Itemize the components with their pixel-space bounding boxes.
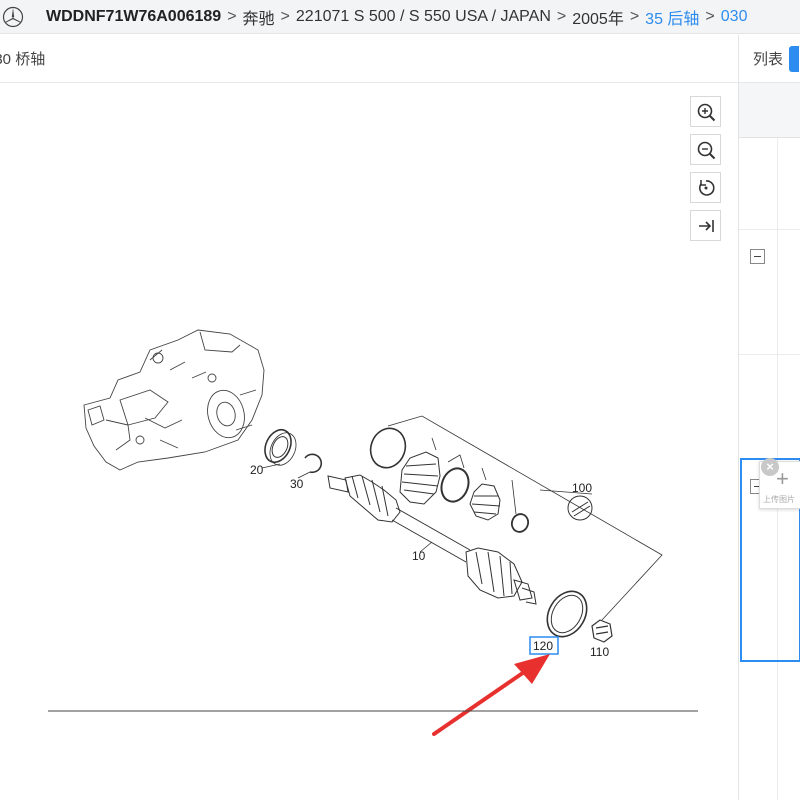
reset-view-button[interactable] — [690, 172, 721, 203]
callout-10[interactable]: 10 — [412, 549, 426, 563]
callout-20[interactable]: 20 — [250, 463, 264, 477]
inner-boot-drawing — [469, 483, 501, 521]
breadcrumb-separator: > — [629, 7, 640, 25]
breadcrumb-separator: > — [556, 7, 567, 25]
breadcrumb-separator: > — [705, 7, 715, 25]
annotation-arrow-icon — [432, 654, 550, 736]
part-10-drawing — [327, 474, 537, 605]
exploded-parts-diagram: 20 30 10 100 110 120 — [48, 329, 698, 736]
part-20-drawing — [264, 428, 297, 466]
right-panel-tabs: 列表 — [739, 35, 800, 83]
tab-active-indicator[interactable] — [789, 45, 800, 72]
row-collapse-toggle[interactable] — [750, 249, 765, 264]
callout-120[interactable]: 120 — [533, 639, 553, 653]
vin-number[interactable]: WDDNF71W76A006189 — [46, 8, 221, 26]
breadcrumb-year[interactable]: 2005年 — [572, 5, 624, 29]
add-icon: + — [776, 466, 789, 491]
boot-ring-drawing — [369, 427, 407, 469]
mercedes-logo-icon — [2, 6, 24, 27]
callout-100[interactable]: 100 — [572, 481, 592, 495]
breadcrumb: WDDNF71W76A006189 > 奔驰 > 221071 S 500 / … — [0, 0, 800, 34]
collapse-panel-icon — [698, 219, 714, 232]
breadcrumb-brand[interactable]: 奔驰 — [243, 5, 275, 29]
outer-boot-drawing — [399, 451, 441, 505]
parts-diagram-area[interactable]: 20 30 10 100 110 120 — [0, 84, 738, 800]
zoom-in-icon — [697, 103, 715, 121]
zoom-out-button[interactable] — [690, 134, 721, 165]
breadcrumb-group[interactable]: 35 后轴 — [645, 5, 699, 29]
parts-list-panel: 列表 + 上传图片 × — [738, 35, 800, 800]
breadcrumb-subgroup[interactable]: 030 — [721, 8, 748, 26]
close-icon[interactable]: × — [761, 458, 779, 476]
callout-30[interactable]: 30 — [290, 477, 304, 491]
table-row-divider — [739, 354, 800, 355]
leader-lines — [261, 415, 663, 621]
differential-housing-drawing — [83, 329, 265, 471]
part-120-drawing — [546, 590, 588, 638]
zoom-in-button[interactable] — [690, 96, 721, 127]
clamp-ring-drawing — [440, 467, 470, 503]
table-row-divider — [739, 229, 800, 230]
zoom-out-icon — [697, 141, 715, 159]
collapse-panel-button[interactable] — [690, 210, 721, 241]
small-clamp-drawing — [510, 513, 530, 533]
breadcrumb-separator: > — [227, 7, 237, 25]
callout-110[interactable]: 110 — [590, 645, 609, 659]
parts-table-header — [739, 83, 800, 138]
panel-header: 030 桥轴 — [0, 35, 738, 83]
part-100-drawing — [567, 495, 593, 521]
upload-label: 上传图片 — [763, 495, 795, 504]
breadcrumb-separator: > — [280, 7, 290, 25]
tab-list[interactable]: 列表 — [753, 48, 783, 69]
panel-title: 030 桥轴 — [0, 51, 46, 68]
part-30-drawing — [304, 453, 323, 474]
breadcrumb-model[interactable]: 221071 S 500 / S 550 USA / JAPAN — [296, 8, 551, 26]
part-110-drawing — [591, 619, 613, 643]
reset-icon — [698, 179, 715, 196]
